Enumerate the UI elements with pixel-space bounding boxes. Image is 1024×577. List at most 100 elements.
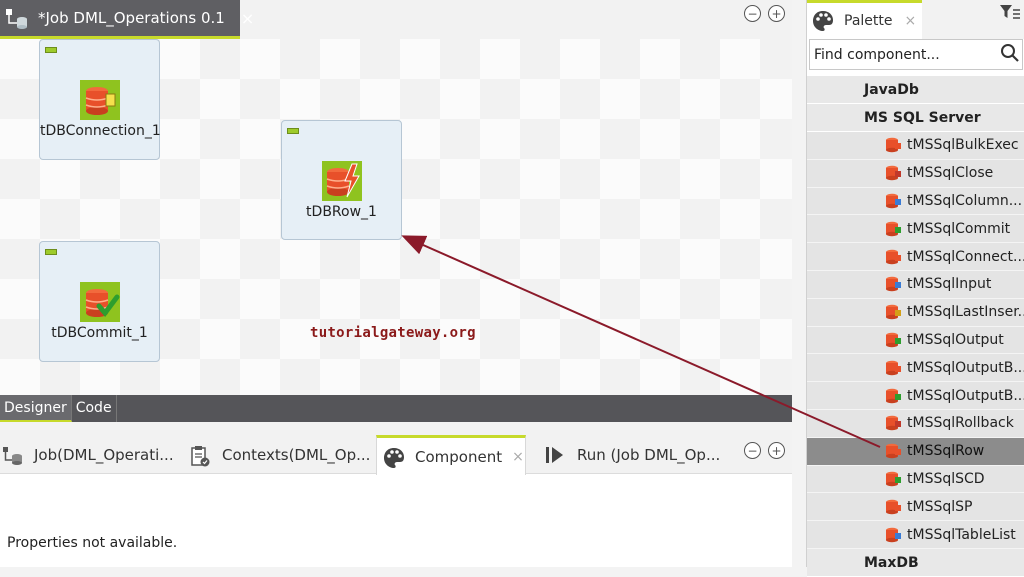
palette-item-label: tMSSqlSCD bbox=[907, 470, 985, 487]
mssql-component-icon bbox=[884, 414, 902, 432]
properties-message: Properties not available. bbox=[7, 535, 178, 551]
palette-icon bbox=[812, 10, 834, 32]
tab-label: Run (Job DML_Op... bbox=[577, 446, 721, 464]
bottom-tabbar: Job(DML_Operati... Contexts(DML_Op... Co… bbox=[0, 430, 792, 475]
close-icon[interactable]: × bbox=[905, 13, 917, 29]
component-label: tDBCommit_1 bbox=[51, 325, 148, 341]
palette-item[interactable]: tMSSqlTableList bbox=[807, 521, 1024, 549]
tab-designer[interactable]: Designer bbox=[0, 395, 72, 422]
close-icon[interactable]: × bbox=[241, 9, 254, 28]
run-icon bbox=[545, 445, 565, 465]
palette-panel: Palette × JavaDb MS SQL Server tMSSqlBul… bbox=[806, 0, 1024, 577]
mssql-component-icon bbox=[884, 220, 902, 238]
palette-item[interactable]: tMSSqlClose bbox=[807, 159, 1024, 188]
mssql-component-icon bbox=[884, 526, 902, 544]
close-icon[interactable]: × bbox=[512, 449, 524, 465]
palette-item[interactable]: tMSSqlConnect... bbox=[807, 243, 1024, 271]
tab-palette[interactable]: Palette × bbox=[807, 0, 922, 39]
palette-item[interactable]: tMSSqlOutputB... bbox=[807, 354, 1024, 383]
palette-search-field[interactable] bbox=[809, 39, 1023, 70]
palette-icon bbox=[383, 447, 404, 468]
tab-component[interactable]: Component × bbox=[376, 435, 526, 475]
palette-item-label: tMSSqlLastInser... bbox=[907, 304, 1024, 321]
minimize-icon[interactable]: − bbox=[744, 5, 761, 22]
component-tdbconnection[interactable]: tDBConnection_1 bbox=[39, 39, 161, 160]
mssql-component-icon bbox=[884, 136, 902, 154]
job-icon bbox=[2, 445, 22, 465]
palette-item-label: tMSSqlTableList bbox=[907, 526, 1016, 543]
mssql-component-icon bbox=[884, 275, 902, 293]
watermark-text: tutorialgateway.org bbox=[310, 325, 476, 341]
palette-item[interactable]: tMSSqlLastInser... bbox=[807, 298, 1024, 327]
palette-category-maxdb[interactable]: MaxDB bbox=[807, 548, 1024, 577]
search-input[interactable] bbox=[814, 46, 994, 63]
palette-item-label: tMSSqlBulkExec bbox=[907, 137, 1019, 154]
palette-item[interactable]: tMSSqlColumn... bbox=[807, 187, 1024, 216]
tab-code[interactable]: Code bbox=[72, 395, 117, 422]
db-row-icon bbox=[322, 161, 362, 201]
tab-label: Job(DML_Operati... bbox=[34, 446, 174, 464]
palette-item[interactable]: tMSSqlOutputB... bbox=[807, 382, 1024, 410]
mssql-component-icon bbox=[884, 331, 902, 349]
component-tdbcommit[interactable]: tDBCommit_1 bbox=[39, 241, 160, 362]
palette-item[interactable]: tMSSqlInput bbox=[807, 270, 1024, 299]
palette-header: Palette × bbox=[807, 0, 1024, 39]
palette-list: JavaDb MS SQL Server tMSSqlBulkExec tMSSq… bbox=[807, 76, 1024, 577]
editor-tab-title: *Job DML_Operations 0.1 bbox=[38, 9, 225, 27]
palette-item[interactable]: tMSSqlCommit bbox=[807, 215, 1024, 244]
tab-label: Contexts(DML_Op... bbox=[222, 446, 371, 464]
tab-contexts[interactable]: Contexts(DML_Op... bbox=[190, 436, 370, 474]
palette-item-label: tMSSqlColumn... bbox=[907, 192, 1023, 209]
palette-tab-label: Palette bbox=[844, 13, 893, 29]
component-status-indicator bbox=[45, 249, 57, 255]
component-label: tDBConnection_1 bbox=[40, 123, 161, 139]
palette-category-javadb[interactable]: JavaDb bbox=[807, 76, 1024, 104]
component-status-indicator bbox=[287, 128, 299, 134]
component-label: tDBRow_1 bbox=[306, 204, 377, 220]
design-canvas[interactable]: tDBConnection_1 tDBRow_1 tDBCommit_1 tut… bbox=[0, 39, 792, 395]
palette-item-label: tMSSqlOutputB... bbox=[907, 387, 1024, 404]
palette-item[interactable]: tMSSqlSP bbox=[807, 493, 1024, 522]
mssql-component-icon bbox=[884, 164, 902, 182]
palette-item-label: tMSSqlRow bbox=[907, 443, 985, 460]
mssql-component-icon bbox=[884, 248, 902, 266]
palette-item[interactable]: tMSSqlSCD bbox=[807, 465, 1024, 494]
tab-job[interactable]: Job(DML_Operati... bbox=[2, 436, 174, 474]
db-commit-icon bbox=[80, 282, 120, 322]
palette-filter-icon[interactable] bbox=[999, 4, 1021, 26]
palette-item[interactable]: tMSSqlBulkExec bbox=[807, 132, 1024, 160]
mssql-component-icon bbox=[884, 303, 902, 321]
palette-category-mssql[interactable]: MS SQL Server bbox=[807, 104, 1024, 132]
palette-item[interactable]: tMSSqlRow bbox=[807, 437, 1024, 466]
palette-item-label: tMSSqlCommit bbox=[907, 220, 1011, 237]
palette-item-label: tMSSqlOutput bbox=[907, 331, 1004, 348]
mssql-component-icon bbox=[884, 498, 902, 516]
mssql-component-icon bbox=[884, 359, 902, 377]
component-tdbrow[interactable]: tDBRow_1 bbox=[281, 120, 402, 240]
search-icon[interactable] bbox=[1000, 43, 1020, 67]
mssql-component-icon bbox=[884, 192, 902, 210]
mssql-component-icon bbox=[884, 442, 902, 460]
palette-item-label: tMSSqlClose bbox=[907, 165, 994, 182]
palette-item[interactable]: tMSSqlRollback bbox=[807, 409, 1024, 438]
db-connection-icon bbox=[80, 80, 120, 120]
mssql-component-icon bbox=[884, 387, 902, 405]
palette-item-label: tMSSqlRollback bbox=[907, 415, 1014, 432]
minimize-icon[interactable]: − bbox=[744, 442, 761, 459]
maximize-icon[interactable]: + bbox=[768, 5, 785, 22]
editor-tabbar: *Job DML_Operations 0.1 × − + bbox=[0, 0, 792, 39]
job-editor: *Job DML_Operations 0.1 × − + tDBConnect… bbox=[0, 0, 792, 422]
contexts-icon bbox=[190, 445, 210, 467]
mssql-component-icon bbox=[884, 470, 902, 488]
editor-view-tabs: Designer Code bbox=[0, 395, 792, 422]
palette-item-label: tMSSqlSP bbox=[907, 498, 973, 515]
tab-label: Component bbox=[415, 447, 503, 466]
editor-tab-job[interactable]: *Job DML_Operations 0.1 × bbox=[0, 0, 254, 39]
job-icon bbox=[4, 6, 30, 30]
palette-item-label: tMSSqlConnect... bbox=[907, 248, 1024, 265]
palette-item[interactable]: tMSSqlOutput bbox=[807, 326, 1024, 355]
tab-run[interactable]: Run (Job DML_Op... bbox=[545, 436, 720, 474]
palette-item-label: tMSSqlOutputB... bbox=[907, 359, 1024, 376]
maximize-icon[interactable]: + bbox=[768, 442, 785, 459]
palette-item-label: tMSSqlInput bbox=[907, 276, 992, 293]
